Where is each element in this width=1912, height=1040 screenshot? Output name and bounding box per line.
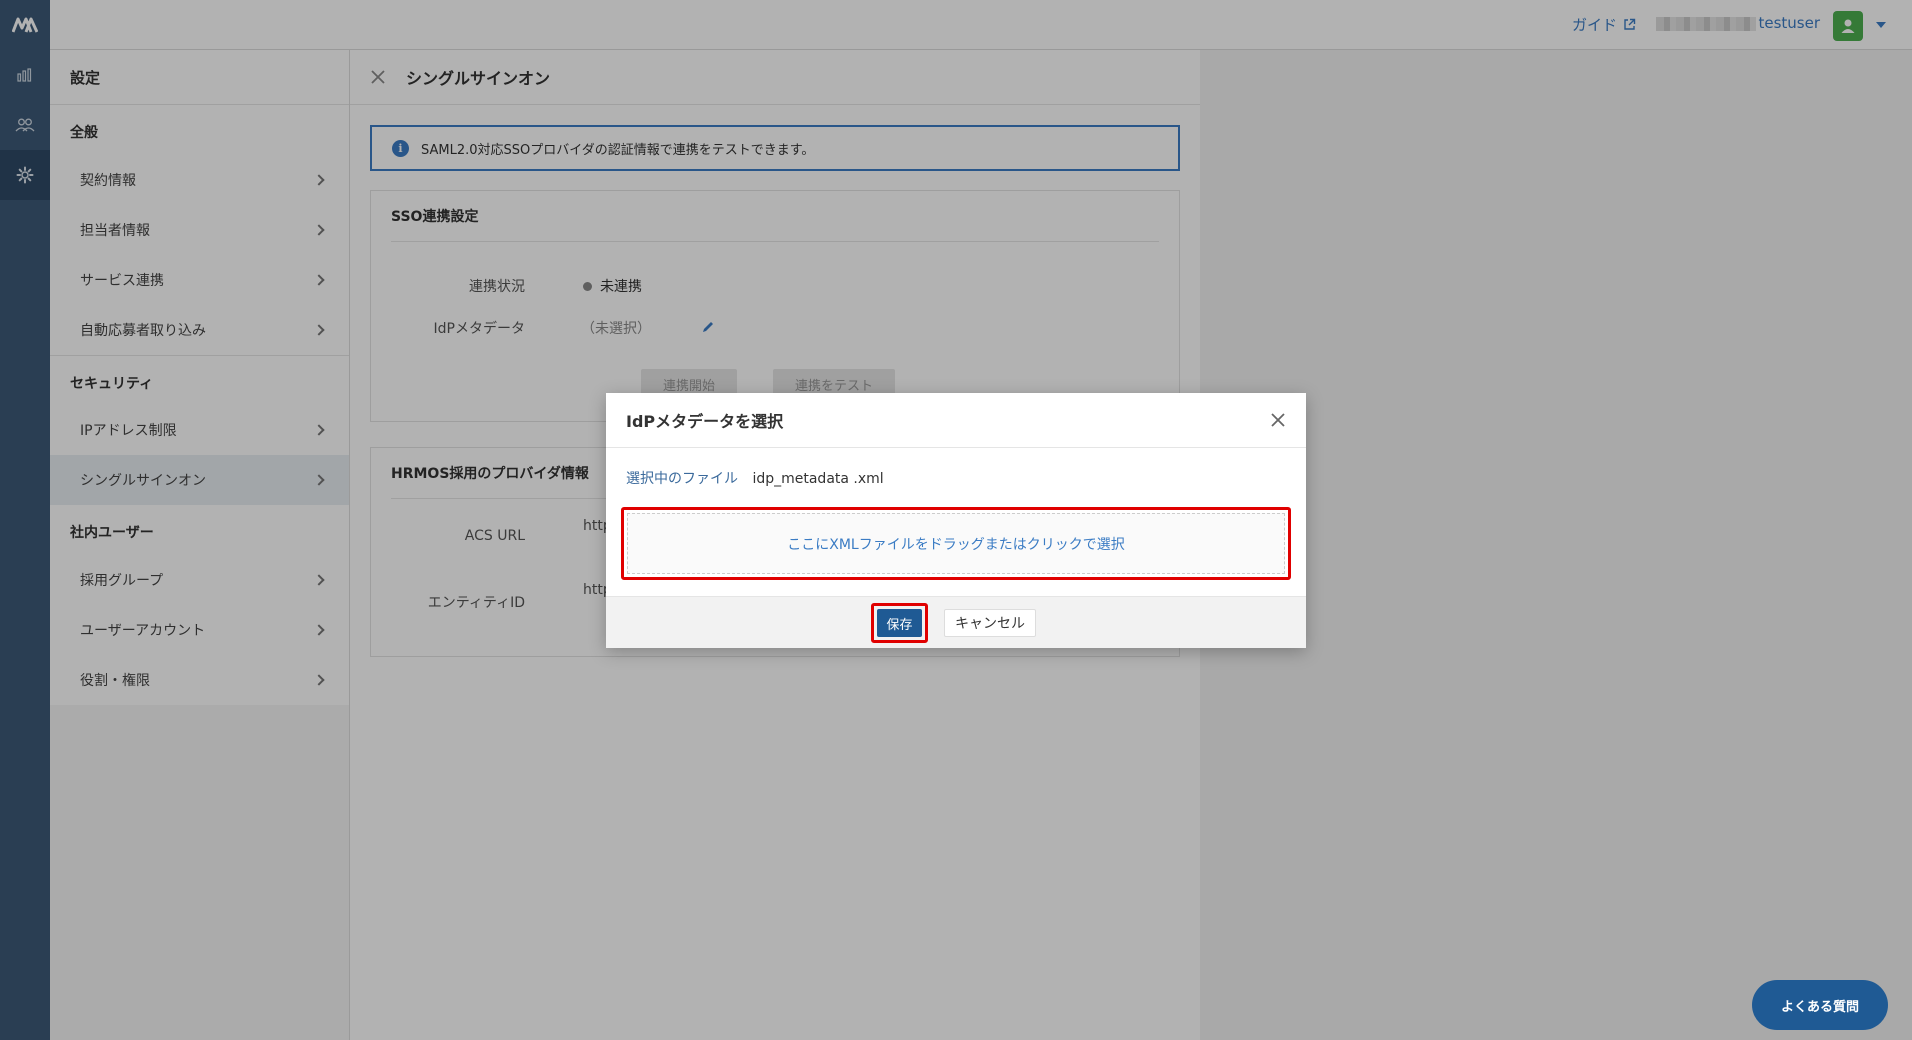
save-button-highlight: 保存 <box>871 603 928 643</box>
drop-zone-text: ここにXMLファイルをドラッグまたはクリックで選択 <box>627 513 1285 574</box>
close-icon[interactable] <box>1268 410 1288 430</box>
save-button[interactable]: 保存 <box>877 609 922 637</box>
selected-file-row: 選択中のファイル idp_metadata .xml <box>626 468 884 488</box>
dialog-footer: 保存 キャンセル <box>606 596 1306 648</box>
cancel-button[interactable]: キャンセル <box>944 609 1036 637</box>
selected-file-name: idp_metadata .xml <box>752 471 884 487</box>
selected-file-label: 選択中のファイル <box>626 471 738 487</box>
dialog-title: IdPメタデータを選択 <box>606 393 1306 448</box>
faq-button[interactable]: よくある質問 <box>1752 980 1888 1030</box>
file-drop-zone[interactable]: ここにXMLファイルをドラッグまたはクリックで選択 <box>621 507 1291 580</box>
idp-metadata-dialog: IdPメタデータを選択 選択中のファイル idp_metadata .xml こ… <box>606 393 1306 648</box>
